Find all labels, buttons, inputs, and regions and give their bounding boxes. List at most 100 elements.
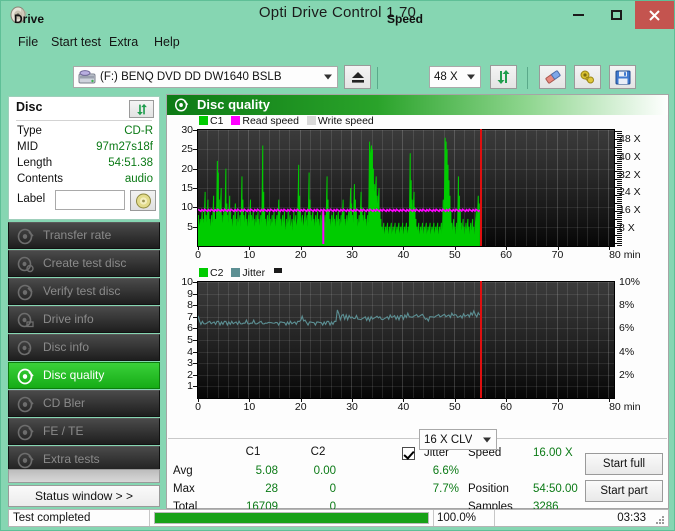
disc-label-browse-button[interactable] (130, 190, 156, 211)
elapsed-time: 03:33 (617, 512, 646, 524)
stats-c2-avg: 0.00 (293, 465, 336, 477)
x-tick-mark (352, 246, 353, 250)
disc-row-mid: MID 97m27s18f (17, 141, 153, 157)
c2-jitter-chart[interactable]: C2 Jitter 12345678910 2%4%6%8%10% 010203… (167, 267, 668, 419)
sidebar-item-create-test-disc[interactable]: Create test disc (8, 250, 160, 277)
x-tick-label: 50 (440, 401, 470, 413)
speed-select[interactable]: 48 X (429, 66, 481, 88)
maximize-button[interactable] (597, 1, 635, 29)
status-window-button[interactable]: Status window > > (8, 485, 160, 507)
menu-file[interactable]: File (12, 33, 44, 51)
x-tick-label: 50 (440, 249, 470, 261)
sidebar-filler (8, 469, 160, 483)
erase-button[interactable] (539, 65, 566, 89)
write-mode-value: 16 X CLV (420, 434, 472, 446)
c1-chart[interactable]: C1 Read speed Write speed 51015202530 8 … (167, 115, 668, 267)
refresh-button[interactable] (490, 65, 517, 89)
sidebar-label: FE / TE (43, 424, 83, 438)
drive-label: Drive (14, 12, 44, 26)
y-tick-mark (193, 227, 197, 228)
c2-position-marker (480, 281, 482, 398)
sidebar-item-disc-info[interactable]: i Disc info (8, 334, 160, 361)
sidebar-item-transfer-rate[interactable]: Transfer rate (8, 222, 160, 249)
disc-value-type: CD-R (124, 125, 153, 137)
y-tick-label: 9 (171, 288, 193, 300)
start-full-button[interactable]: Start full (585, 453, 663, 475)
sidebar-label: CD Bler (43, 396, 85, 410)
close-button[interactable] (635, 1, 674, 29)
jitter-checkbox[interactable] (402, 447, 415, 460)
disc-info-icon: i (17, 340, 34, 357)
chevron-down-icon (483, 437, 491, 442)
start-part-button[interactable]: Start part (585, 480, 663, 502)
disc-value-contents: audio (125, 173, 153, 185)
drive-icon (78, 70, 96, 85)
sidebar-item-drive-info[interactable]: Drive info (8, 306, 160, 333)
stats-row-label-avg: Avg (173, 465, 193, 477)
sidebar-item-disc-quality[interactable]: Disc quality (8, 362, 160, 389)
y-tick-label: 15 (171, 182, 193, 194)
legend-label-c2: C2 (210, 267, 223, 279)
menu-start-test[interactable]: Start test (45, 33, 107, 51)
disc-label-input[interactable] (55, 190, 125, 210)
y-tick-label: 1 (171, 380, 193, 392)
read-speed-line (198, 209, 480, 211)
tools-button[interactable] (574, 65, 601, 89)
y-tick-mark (193, 305, 197, 306)
disc-quality-icon (174, 98, 189, 112)
resize-grip[interactable] (655, 514, 665, 524)
eject-button[interactable] (344, 65, 371, 89)
x-tick-label: 10 (234, 249, 264, 261)
y2-tick-label: 32 X (619, 169, 641, 181)
stats-c1-avg: 5.08 (228, 465, 278, 477)
x-tick-mark (558, 246, 559, 250)
minimize-button[interactable] (559, 1, 597, 29)
sidebar-item-verify-test-disc[interactable]: Verify test disc (8, 278, 160, 305)
position-stat-label: Position (468, 483, 509, 495)
disc-row-length: Length 54:51.38 (17, 157, 153, 173)
stats-header-c2: C2 (293, 446, 343, 458)
x-tick-label: 0 (183, 401, 213, 413)
drive-value: (F:) BENQ DVD DD DW1640 BSLB (74, 71, 281, 83)
x-tick-mark (403, 246, 404, 250)
x-tick-label: 80 min (603, 249, 647, 261)
progress-percent: 100.0% (437, 512, 476, 524)
x-tick-label: 40 (388, 401, 418, 413)
disc-quality-panel: Disc quality C1 Read speed Write speed 5… (166, 94, 669, 509)
x-tick-mark (249, 246, 250, 250)
x-tick-mark (249, 398, 250, 402)
x-tick-label: 60 (491, 401, 521, 413)
sidebar-item-cd-bler[interactable]: CD Bler (8, 390, 160, 417)
disc-row-type: Type CD-R (17, 125, 153, 141)
legend-swatch-c2 (199, 268, 208, 277)
disc-key-mid: MID (17, 141, 38, 153)
y-tick-label: 8 (171, 299, 193, 311)
sidebar-label: Extra tests (43, 452, 100, 466)
drive-select[interactable]: (F:) BENQ DVD DD DW1640 BSLB (73, 66, 338, 88)
x-tick-mark (198, 246, 199, 250)
legend-swatch-jitter (231, 268, 240, 277)
chevron-down-icon (467, 75, 475, 80)
menu-help[interactable]: Help (148, 33, 186, 51)
legend-swatch-write-speed (307, 116, 316, 125)
app-window: Opti Drive Control 1.70 File Start test … (0, 0, 675, 531)
status-divider-1 (149, 510, 150, 526)
y-tick-mark (193, 352, 197, 353)
x-tick-label: 80 min (603, 401, 647, 413)
menu-extra[interactable]: Extra (103, 33, 144, 51)
read-speed-dropout (322, 210, 324, 244)
disc-refresh-button[interactable] (129, 100, 154, 118)
disc-row-contents: Contents audio (17, 173, 153, 189)
panel-header-title: Disc quality (197, 97, 270, 112)
x-tick-label: 60 (491, 249, 521, 261)
write-mode-select[interactable]: 16 X CLV (419, 429, 497, 450)
x-tick-label: 30 (337, 401, 367, 413)
menu-bar: File Start test Extra Help (2, 29, 673, 55)
x-tick-mark (403, 398, 404, 402)
save-button[interactable] (609, 65, 636, 89)
c2-chart-legend: C2 Jitter (199, 267, 284, 279)
y-tick-mark (193, 317, 197, 318)
svg-text:i: i (28, 347, 30, 356)
sidebar-item-fe-te[interactable]: FE / TE (8, 418, 160, 445)
x-tick-mark (609, 398, 610, 402)
